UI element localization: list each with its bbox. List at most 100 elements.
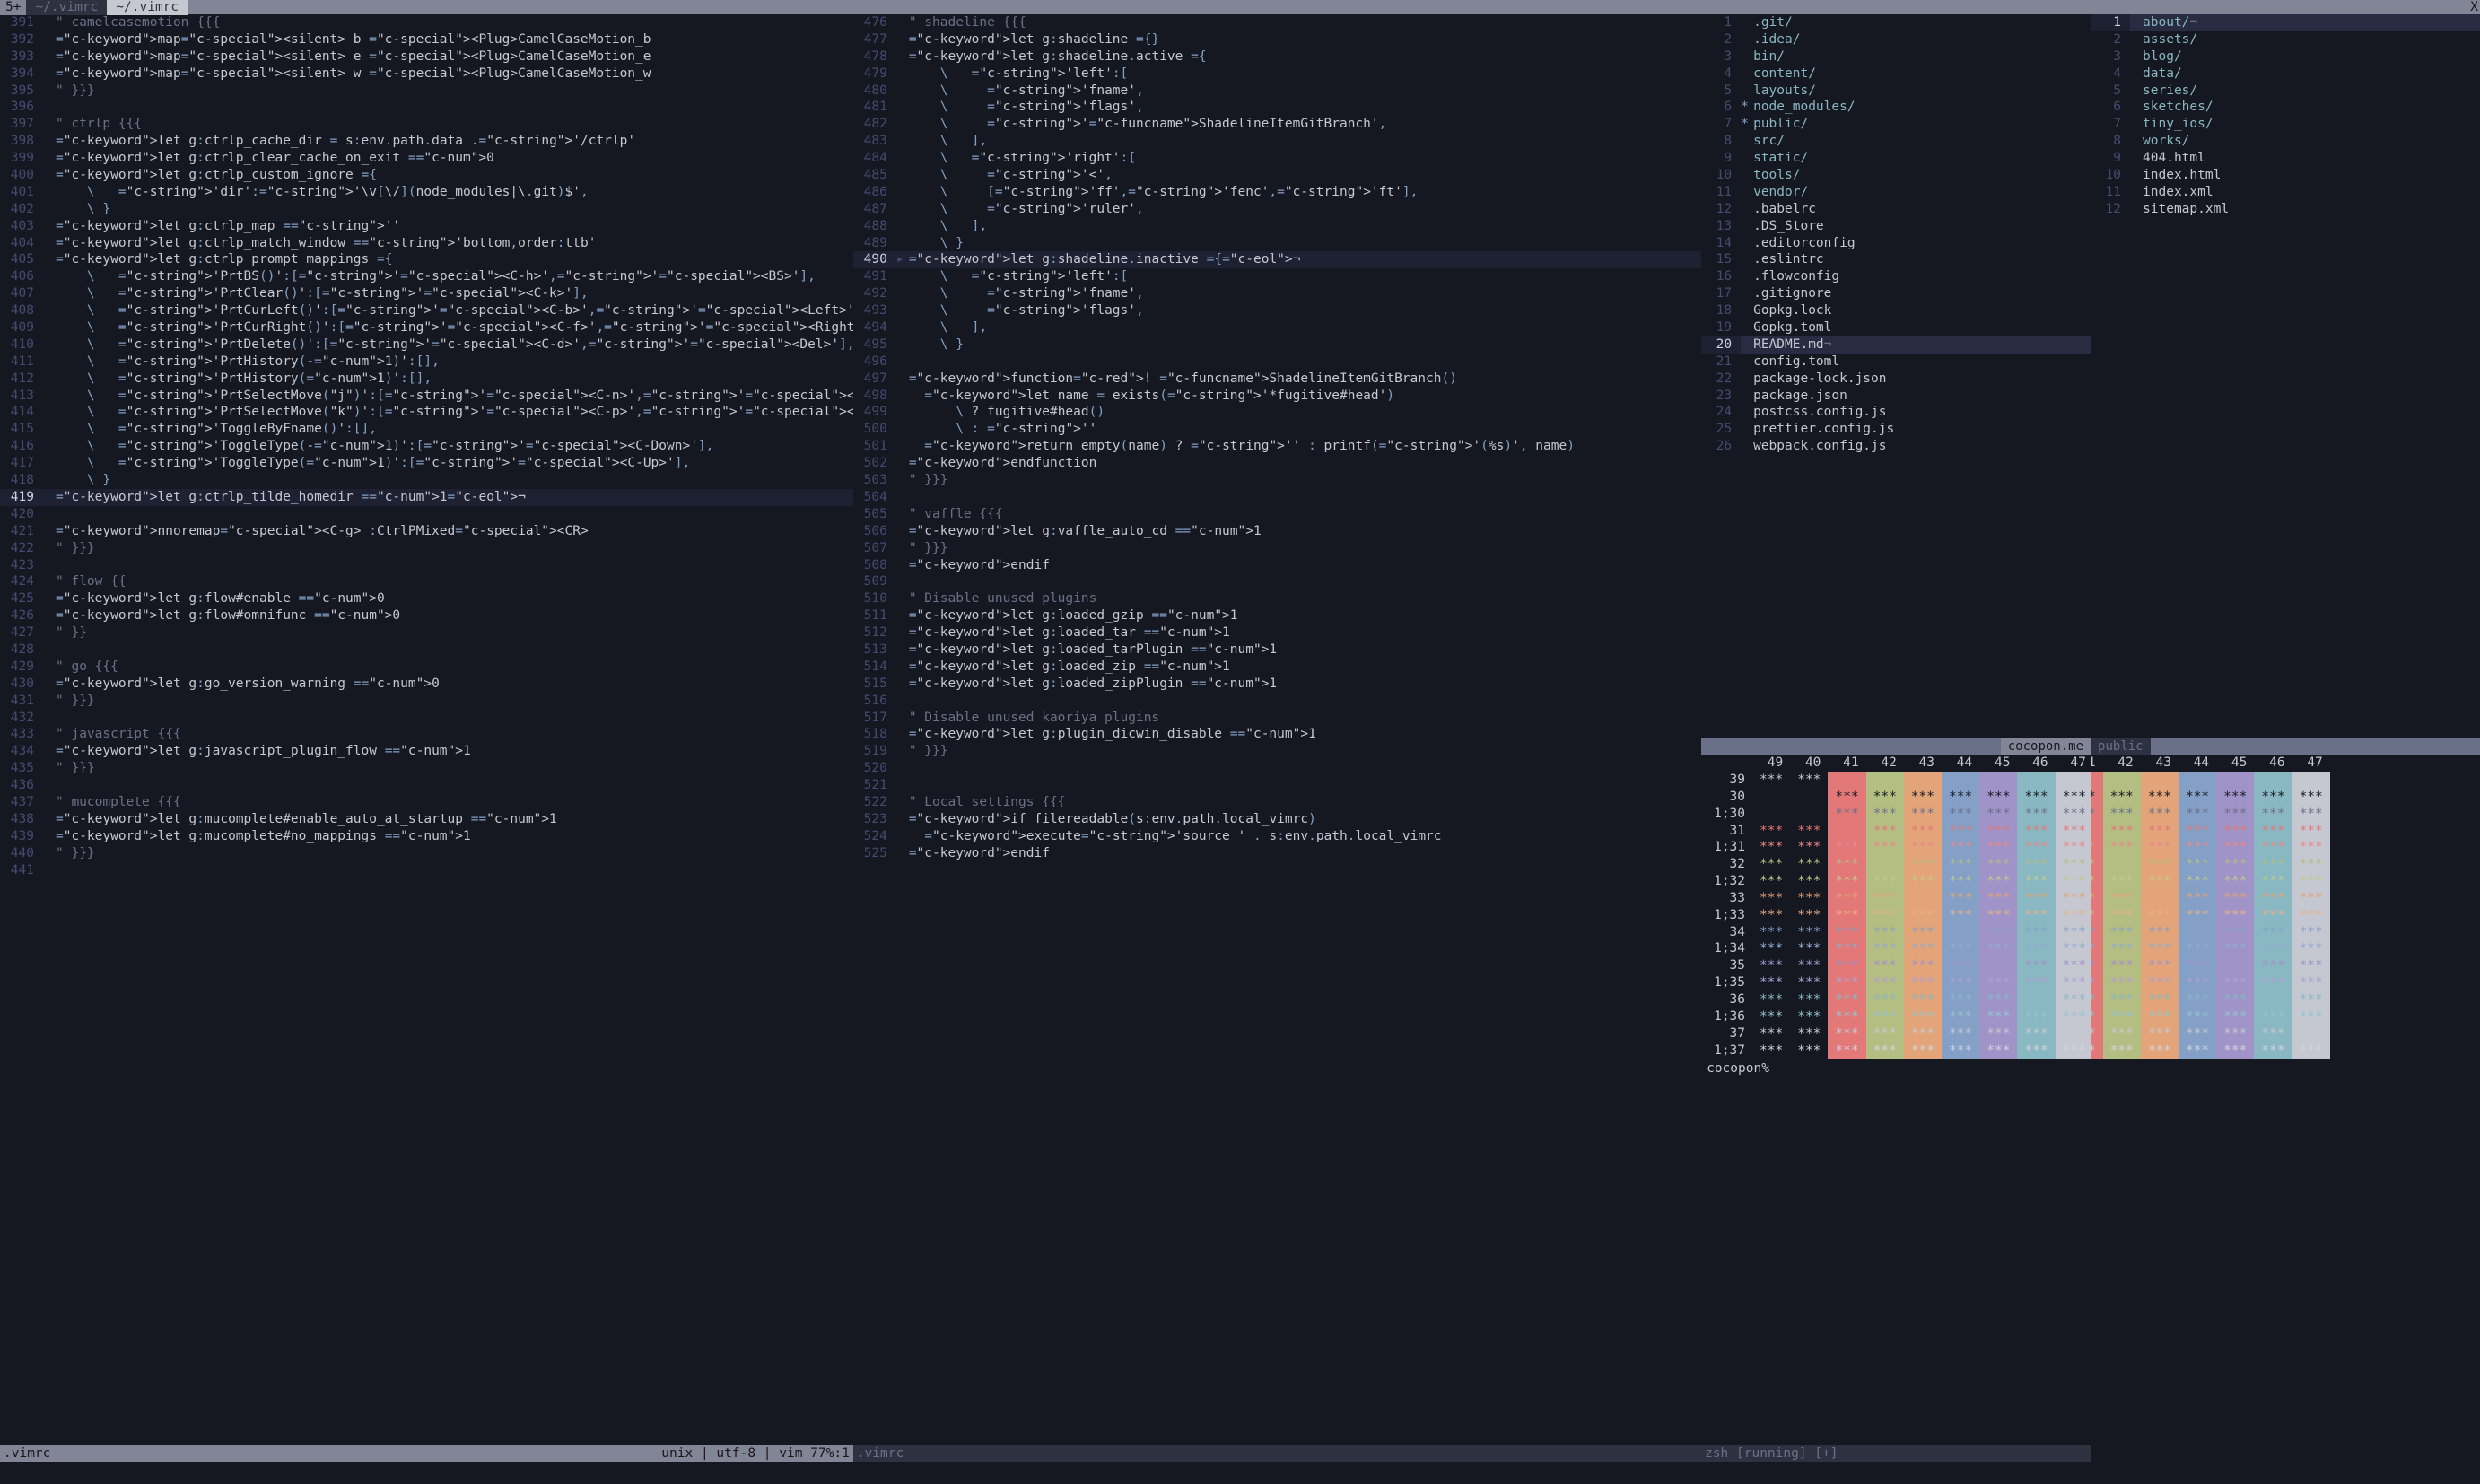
file-item[interactable]: 13 .DS_Store <box>1701 218 2091 235</box>
code-line[interactable]: 500 \ : ="c-string">'' <box>853 421 1701 438</box>
editor-pane-1[interactable]: 391 " camelcasemotion {{{392 ="c-keyword… <box>0 14 853 1462</box>
code-line[interactable]: 510" Disable unused plugins <box>853 590 1701 607</box>
code-line[interactable]: 424 " flow {{ <box>0 573 853 590</box>
file-item[interactable]: 23 package.json <box>1701 388 2091 405</box>
code-line[interactable]: 396 <box>0 99 853 116</box>
code-line[interactable]: 486 \ [="c-string">'ff', ="c-string">'fe… <box>853 184 1701 201</box>
code-line[interactable]: 491 \ ="c-string">'left': [ <box>853 268 1701 285</box>
code-line[interactable]: 433 " javascript {{{ <box>0 726 853 743</box>
terminal-tab-active[interactable]: cocopon.me <box>2001 738 2091 755</box>
tab-active[interactable]: ~/.vimrc <box>107 0 188 15</box>
code-line[interactable]: 437 " mucomplete {{{ <box>0 794 853 811</box>
file-item[interactable]: 2 assets/ <box>2091 31 2480 48</box>
file-item[interactable]: 5 layouts/ <box>1701 83 2091 100</box>
code-line[interactable]: 514="c-keyword">let g:loaded_zip = ="c-n… <box>853 659 1701 676</box>
file-item[interactable]: 22 package-lock.json <box>1701 371 2091 388</box>
file-item[interactable]: 7 tiny_ios/ <box>2091 116 2480 133</box>
code-line[interactable]: 507" }}} <box>853 540 1701 557</box>
code-line[interactable]: 407 \ ="c-string">'PrtClear()': [="c-str… <box>0 285 853 302</box>
file-item[interactable]: 17 .gitignore <box>1701 285 2091 302</box>
code-line[interactable]: 519" }}} <box>853 743 1701 760</box>
code-line[interactable]: 400 ="c-keyword">let g:ctrlp_custom_igno… <box>0 167 853 184</box>
file-item[interactable]: 9 404.html <box>2091 150 2480 167</box>
file-item[interactable]: 16 .flowconfig <box>1701 268 2091 285</box>
code-line[interactable]: 484 \ ="c-string">'right': [ <box>853 150 1701 167</box>
file-item[interactable]: 5 series/ <box>2091 83 2480 100</box>
code-line[interactable]: 393 ="c-keyword">map ="c-special"><silen… <box>0 48 853 65</box>
file-item[interactable]: 8 src/ <box>1701 133 2091 150</box>
code-line[interactable]: 431 " }}} <box>0 693 853 710</box>
code-line[interactable]: 416 \ ="c-string">'ToggleType(-="c-num">… <box>0 438 853 455</box>
file-item[interactable]: 11 index.xml <box>2091 184 2480 201</box>
code-line[interactable]: 439 ="c-keyword">let g:mucomplete#no_map… <box>0 828 853 845</box>
file-item[interactable]: 7*public/ <box>1701 116 2091 133</box>
code-line[interactable]: 477="c-keyword">let g:shadeline = {} <box>853 31 1701 48</box>
code-line[interactable]: 512="c-keyword">let g:loaded_tar = ="c-n… <box>853 624 1701 642</box>
code-line[interactable]: 418 \ } <box>0 472 853 489</box>
code-line[interactable]: 520 <box>853 760 1701 777</box>
terminal-prompt[interactable]: cocopon% <box>1701 1059 2091 1079</box>
code-line[interactable]: 395 " }}} <box>0 83 853 100</box>
code-line[interactable]: 501 ="c-keyword">return empty(name) ? ="… <box>853 438 1701 455</box>
code-line[interactable]: 429 " go {{{ <box>0 659 853 676</box>
code-line[interactable]: 391 " camelcasemotion {{{ <box>0 14 853 31</box>
tab-inactive[interactable]: ~/.vimrc <box>26 0 107 15</box>
code-line[interactable]: 401 \ ="c-string">'dir': ="c-string">'\v… <box>0 184 853 201</box>
code-line[interactable]: 516 <box>853 693 1701 710</box>
file-item[interactable]: 1 .git/ <box>1701 14 2091 31</box>
code-line[interactable]: 489 \ } <box>853 235 1701 252</box>
code-line[interactable]: 413 \ ="c-string">'PrtSelectMove("j")': … <box>0 388 853 405</box>
code-line[interactable]: 478="c-keyword">let g:shadeline.active =… <box>853 48 1701 65</box>
code-line[interactable]: 521 <box>853 777 1701 794</box>
file-item[interactable]: 14 .editorconfig <box>1701 235 2091 252</box>
code-line[interactable]: 392 ="c-keyword">map ="c-special"><silen… <box>0 31 853 48</box>
file-item[interactable]: 11 vendor/ <box>1701 184 2091 201</box>
code-line[interactable]: 503" }}} <box>853 472 1701 489</box>
code-line[interactable]: 518="c-keyword">let g:plugin_dicwin_disa… <box>853 726 1701 743</box>
code-line[interactable]: 438 ="c-keyword">let g:mucomplete#enable… <box>0 811 853 828</box>
code-line[interactable]: 440 " }}} <box>0 845 853 862</box>
code-line[interactable]: 409 \ ="c-string">'PrtCurRight()': [="c-… <box>0 319 853 336</box>
code-line[interactable]: 482 \ ="c-string">'="c-funcname">Shadeli… <box>853 116 1701 133</box>
code-line[interactable]: 488 \ ], <box>853 218 1701 235</box>
file-item[interactable]: 4 content/ <box>1701 65 2091 83</box>
code-line[interactable]: 509 <box>853 573 1701 590</box>
file-item[interactable]: 24 postcss.config.js <box>1701 404 2091 421</box>
code-line[interactable]: 411 \ ="c-string">'PrtHistory(-="c-num">… <box>0 354 853 371</box>
code-line[interactable]: 397 " ctrlp {{{ <box>0 116 853 133</box>
code-line[interactable]: 426 ="c-keyword">let g:flow#omnifunc = =… <box>0 607 853 624</box>
file-item[interactable]: 1 about/¬ <box>2091 14 2480 31</box>
file-item[interactable]: 4 data/ <box>2091 65 2480 83</box>
code-line[interactable]: 522" Local settings {{{ <box>853 794 1701 811</box>
file-item[interactable]: 8 works/ <box>2091 133 2480 150</box>
code-line[interactable]: 436 <box>0 777 853 794</box>
code-line[interactable]: 493 \ ="c-string">'flags', <box>853 302 1701 319</box>
code-line[interactable]: 421 ="c-keyword">nnoremap ="c-special"><… <box>0 523 853 540</box>
code-line[interactable]: 406 \ ="c-string">'PrtBS()': [="c-string… <box>0 268 853 285</box>
code-line[interactable]: 511="c-keyword">let g:loaded_gzip = ="c-… <box>853 607 1701 624</box>
code-line[interactable]: 505" vaffle {{{ <box>853 506 1701 523</box>
file-item[interactable]: 3 bin/ <box>1701 48 2091 65</box>
code-line[interactable]: 506="c-keyword">let g:vaffle_auto_cd = =… <box>853 523 1701 540</box>
file-item[interactable]: 21 config.toml <box>1701 354 2091 371</box>
code-line[interactable]: 417 \ ="c-string">'ToggleType(="c-num">1… <box>0 455 853 472</box>
code-line[interactable]: 419 ="c-keyword">let g:ctrlp_tilde_homed… <box>0 489 853 506</box>
file-item[interactable]: 12 sitemap.xml <box>2091 201 2480 218</box>
file-item[interactable]: 6*node_modules/ <box>1701 99 2091 116</box>
file-browser-pane-2[interactable]: 1 about/¬2 assets/3 blog/4 data/5 series… <box>2091 14 2480 1462</box>
code-line[interactable]: 425 ="c-keyword">let g:flow#enable = ="c… <box>0 590 853 607</box>
code-line[interactable]: 515="c-keyword">let g:loaded_zipPlugin =… <box>853 676 1701 693</box>
code-line[interactable]: 405 ="c-keyword">let g:ctrlp_prompt_mapp… <box>0 251 853 268</box>
code-line[interactable]: 422 " }}} <box>0 540 853 557</box>
file-item[interactable]: 15 .eslintrc <box>1701 251 2091 268</box>
code-line[interactable]: 427 " }} <box>0 624 853 642</box>
code-line[interactable]: 508="c-keyword">endif <box>853 557 1701 574</box>
file-item[interactable]: 20 README.md¬ <box>1701 336 2091 354</box>
code-line[interactable]: 496 <box>853 354 1701 371</box>
code-line[interactable]: 502="c-keyword">endfunction <box>853 455 1701 472</box>
file-item[interactable]: 25 prettier.config.js <box>1701 421 2091 438</box>
code-line[interactable]: 434 ="c-keyword">let g:javascript_plugin… <box>0 743 853 760</box>
file-item[interactable]: 2 .idea/ <box>1701 31 2091 48</box>
code-line[interactable]: 394 ="c-keyword">map ="c-special"><silen… <box>0 65 853 83</box>
tab-close-button[interactable]: X <box>2470 0 2478 15</box>
